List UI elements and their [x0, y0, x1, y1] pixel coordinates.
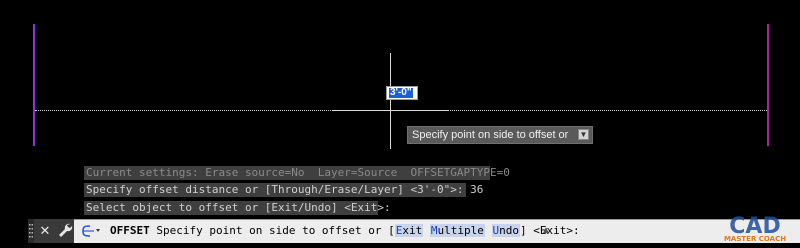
offset-line-left[interactable]	[33, 24, 35, 146]
dynamic-input-field[interactable]: 3'-0"	[386, 86, 418, 100]
crosshair-vertical	[390, 53, 391, 149]
history-line: Current settings: Erase source=No Layer=…	[84, 166, 510, 180]
logo-text-sub: MASTER COACH	[724, 235, 786, 243]
crosshair-horizontal	[333, 110, 449, 111]
dynamic-input-tooltip: Specify point on side to offset or ▼	[407, 126, 593, 144]
dropdown-arrow-icon[interactable]: ▲	[540, 224, 552, 238]
dynamic-input-value[interactable]: 3'-0"	[389, 88, 413, 98]
command-name: OFFSET	[110, 224, 150, 237]
option-undo[interactable]: Undo	[491, 224, 521, 237]
option-multiple[interactable]: Multiple	[429, 224, 485, 237]
option-exit[interactable]: Exit	[394, 224, 424, 237]
history-line: Specify offset distance or [Through/Eras…	[84, 183, 484, 197]
command-prompt: Specify point on side to offset or [	[149, 224, 395, 237]
command-prompt-icon[interactable]	[78, 223, 112, 239]
tooltip-text: Specify point on side to offset or	[412, 129, 569, 141]
wrench-icon[interactable]	[57, 222, 73, 240]
cad-master-coach-logo: CAD MASTER COACH	[712, 213, 798, 243]
close-icon[interactable]: ✕	[38, 223, 52, 239]
command-line-text[interactable]: OFFSET Specify point on side to offset o…	[110, 223, 580, 239]
dropdown-icon[interactable]: ▼	[578, 129, 589, 140]
history-line: Select object to offset or [Exit/Undo] <…	[84, 201, 391, 215]
offset-line-right[interactable]	[767, 24, 769, 146]
